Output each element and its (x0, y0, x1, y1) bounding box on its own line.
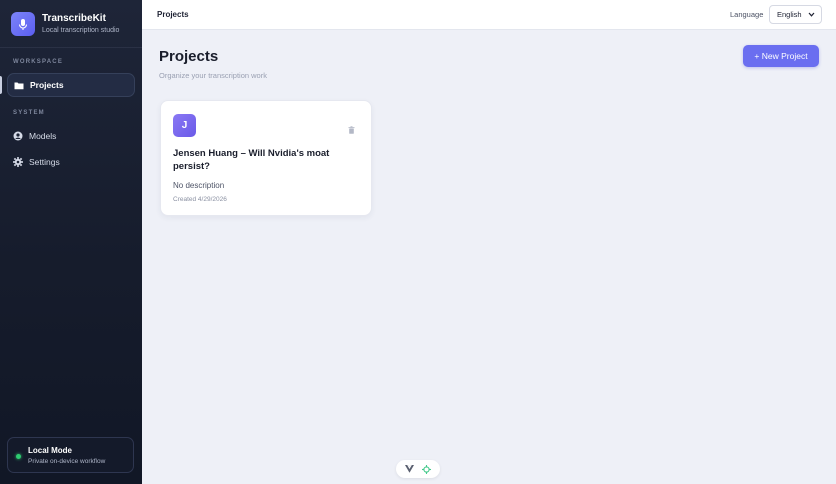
project-created-date: Created 4/29/2026 (173, 196, 227, 203)
app-title: TranscribeKit (42, 12, 106, 24)
project-avatar: J (173, 114, 196, 137)
vue-devtools-icon[interactable] (405, 465, 414, 473)
status-dot (16, 454, 21, 459)
gear-icon (13, 157, 23, 167)
top-bar: Projects Language English (142, 0, 836, 30)
sidebar-item-label: Projects (30, 80, 64, 90)
language-label: Language (730, 10, 764, 19)
language-value: English (777, 10, 802, 19)
sidebar-item-label: Settings (29, 157, 60, 167)
sidebar: TranscribeKit Local transcription studio… (0, 0, 142, 484)
section-label-system: SYSTEM (13, 110, 45, 116)
models-icon (13, 131, 23, 141)
language-select[interactable]: English (769, 5, 822, 24)
breadcrumb: Projects (157, 10, 189, 19)
brand: TranscribeKit Local transcription studio (11, 12, 119, 36)
local-mode-title: Local Mode (28, 446, 73, 455)
project-title: Jensen Huang – Will Nvidia's moat persis… (173, 148, 330, 172)
local-mode-subtitle: Private on-device workflow (28, 458, 106, 465)
app-subtitle: Local transcription studio (42, 26, 120, 34)
microphone-icon (11, 12, 35, 36)
inspector-icon[interactable] (422, 464, 431, 474)
active-indicator (0, 76, 2, 94)
page-subtitle: Organize your transcription work (159, 71, 267, 80)
sidebar-item-projects[interactable]: Projects (7, 73, 135, 97)
sidebar-item-label: Models (29, 131, 57, 141)
dev-toolbar (396, 460, 440, 478)
page-title: Projects (159, 48, 219, 65)
project-card[interactable]: J Jensen Huang – Will Nvidia's moat pers… (160, 100, 372, 216)
project-description: No description (173, 181, 225, 190)
local-mode-panel: Local Mode Private on-device workflow (7, 437, 134, 473)
trash-icon[interactable] (348, 121, 355, 139)
sidebar-item-settings[interactable]: Settings (7, 150, 135, 174)
sidebar-divider (0, 47, 142, 48)
folder-icon (14, 80, 24, 90)
chevron-down-icon (808, 11, 815, 20)
sidebar-item-models[interactable]: Models (7, 124, 135, 148)
section-label-workspace: WORKSPACE (13, 59, 64, 65)
new-project-button[interactable]: + New Project (743, 45, 819, 67)
